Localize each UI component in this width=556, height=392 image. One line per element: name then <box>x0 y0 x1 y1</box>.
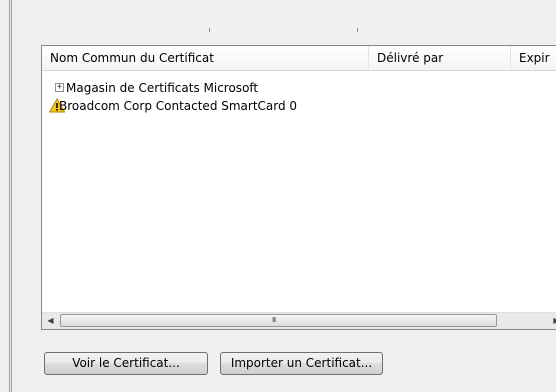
scroll-right-icon[interactable]: ▶ <box>548 313 556 329</box>
column-header-common-name[interactable]: Nom Commun du Certificat <box>42 46 368 70</box>
list-item-label: Magasin de Certificats Microsoft <box>66 81 259 95</box>
view-certificate-button[interactable]: Voir le Certificat... <box>44 352 208 375</box>
scroll-left-icon[interactable]: ◀ <box>42 313 59 329</box>
certificate-rows: + Magasin de Certificats Microsoft Broad… <box>42 79 556 115</box>
list-item-microsoft-store[interactable]: + Magasin de Certificats Microsoft <box>42 79 556 97</box>
column-header-issued-by[interactable]: Délivré par <box>369 46 510 70</box>
grip-icon: III <box>272 316 276 324</box>
list-item-broadcom-smartcard[interactable]: Broadcom Corp Contacted SmartCard 0 <box>42 97 556 115</box>
column-header-expiration[interactable]: Expir <box>511 46 556 70</box>
certificate-panel: Nom Commun du Certificat Délivré par Exp… <box>0 0 556 392</box>
scrollbar-thumb[interactable]: III <box>60 314 497 327</box>
import-certificate-button[interactable]: Importer un Certificat... <box>220 352 383 375</box>
horizontal-scrollbar[interactable]: ◀ III ▶ <box>42 312 556 329</box>
expand-icon[interactable]: + <box>55 83 64 92</box>
tick-mark <box>209 28 210 32</box>
window-edge <box>9 0 12 392</box>
list-header: Nom Commun du Certificat Délivré par Exp… <box>42 46 556 71</box>
certificate-list[interactable]: Nom Commun du Certificat Délivré par Exp… <box>41 45 556 330</box>
tick-mark <box>357 28 358 32</box>
list-item-label: Broadcom Corp Contacted SmartCard 0 <box>59 99 298 113</box>
